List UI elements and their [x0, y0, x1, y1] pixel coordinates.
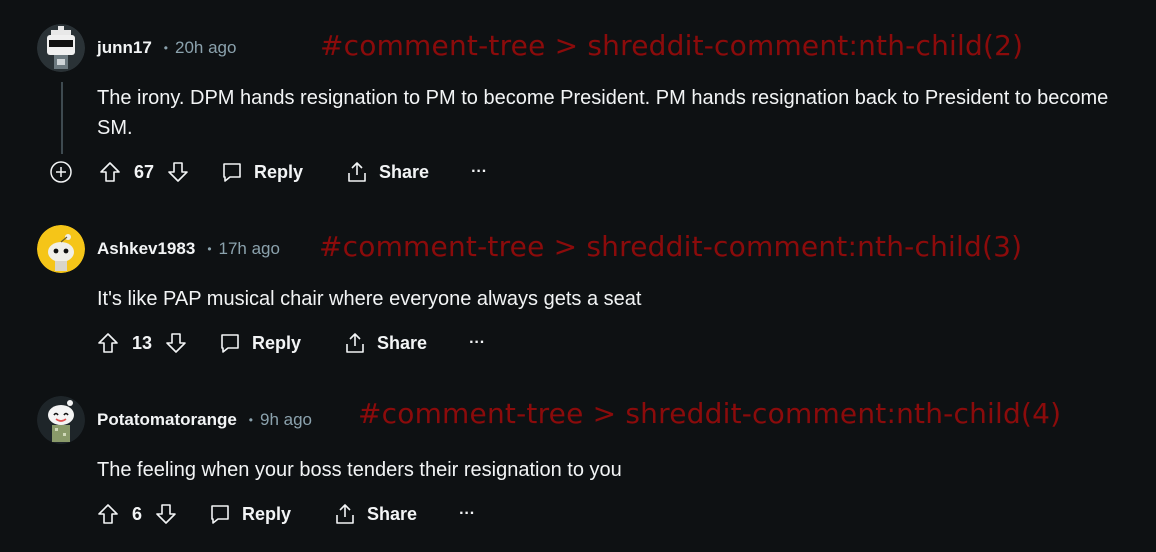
share-button[interactable]: Share	[343, 331, 427, 355]
share-icon	[345, 160, 369, 184]
comment-actions: 6 Reply Share ···	[96, 498, 475, 530]
comment-bubble-icon	[218, 331, 242, 355]
share-icon	[343, 331, 367, 355]
share-label: Share	[379, 161, 430, 182]
comment-body: It's like PAP musical chair where everyo…	[97, 288, 642, 310]
comment-actions: 67 Reply Share ···	[96, 156, 487, 188]
comment-meta: junn17 • 20h ago	[97, 38, 236, 58]
comment-bubble-icon	[220, 160, 244, 184]
reply-label: Reply	[242, 503, 292, 524]
reply-button[interactable]: Reply	[208, 502, 291, 526]
separator-dot: •	[163, 41, 168, 55]
comment-meta: Potatomatorange • 9h ago	[97, 410, 312, 430]
author-name[interactable]: Potatomatorange	[97, 410, 237, 430]
reply-label: Reply	[252, 332, 302, 353]
author-name[interactable]: junn17	[97, 38, 152, 58]
downvote-icon[interactable]	[166, 160, 190, 184]
more-options-button[interactable]: ···	[469, 334, 485, 352]
comment-actions: 13 Reply Share ···	[96, 327, 485, 359]
downvote-icon[interactable]	[154, 502, 178, 526]
comment-meta: Ashkev1983 • 17h ago	[97, 239, 280, 259]
upvote-icon[interactable]	[98, 160, 122, 184]
share-button[interactable]: Share	[333, 502, 417, 526]
thread-line[interactable]	[61, 82, 63, 154]
share-icon	[333, 502, 357, 526]
timestamp[interactable]: 9h ago	[260, 410, 312, 430]
downvote-icon[interactable]	[164, 331, 188, 355]
user-avatar[interactable]	[37, 396, 85, 444]
reply-label: Reply	[254, 161, 304, 182]
reply-button[interactable]: Reply	[220, 160, 303, 184]
selector-overlay: #comment-tree > shreddit-comment:nth-chi…	[320, 29, 1024, 62]
comment-body: The feeling when your boss tenders their…	[97, 459, 622, 481]
user-avatar[interactable]	[37, 24, 85, 72]
vote-score: 13	[132, 332, 153, 353]
upvote-icon[interactable]	[96, 331, 120, 355]
timestamp[interactable]: 20h ago	[175, 38, 236, 58]
user-avatar[interactable]	[37, 225, 85, 273]
share-label: Share	[377, 332, 428, 353]
vote-score: 67	[134, 161, 155, 182]
more-options-button[interactable]: ···	[471, 163, 487, 181]
expand-thread-icon[interactable]	[50, 161, 72, 183]
comment-bubble-icon	[208, 502, 232, 526]
selector-overlay: #comment-tree > shreddit-comment:nth-chi…	[358, 397, 1062, 430]
upvote-icon[interactable]	[96, 502, 120, 526]
selector-overlay: #comment-tree > shreddit-comment:nth-chi…	[319, 230, 1023, 263]
separator-dot: •	[207, 242, 212, 256]
more-options-button[interactable]: ···	[459, 505, 475, 523]
share-button[interactable]: Share	[345, 160, 429, 184]
comment-body: The irony. DPM hands resignation to PM t…	[97, 87, 1109, 139]
share-label: Share	[367, 503, 418, 524]
vote-score: 6	[132, 503, 143, 524]
timestamp[interactable]: 17h ago	[219, 239, 280, 259]
separator-dot: •	[248, 413, 253, 427]
reply-button[interactable]: Reply	[218, 331, 301, 355]
author-name[interactable]: Ashkev1983	[97, 239, 195, 259]
